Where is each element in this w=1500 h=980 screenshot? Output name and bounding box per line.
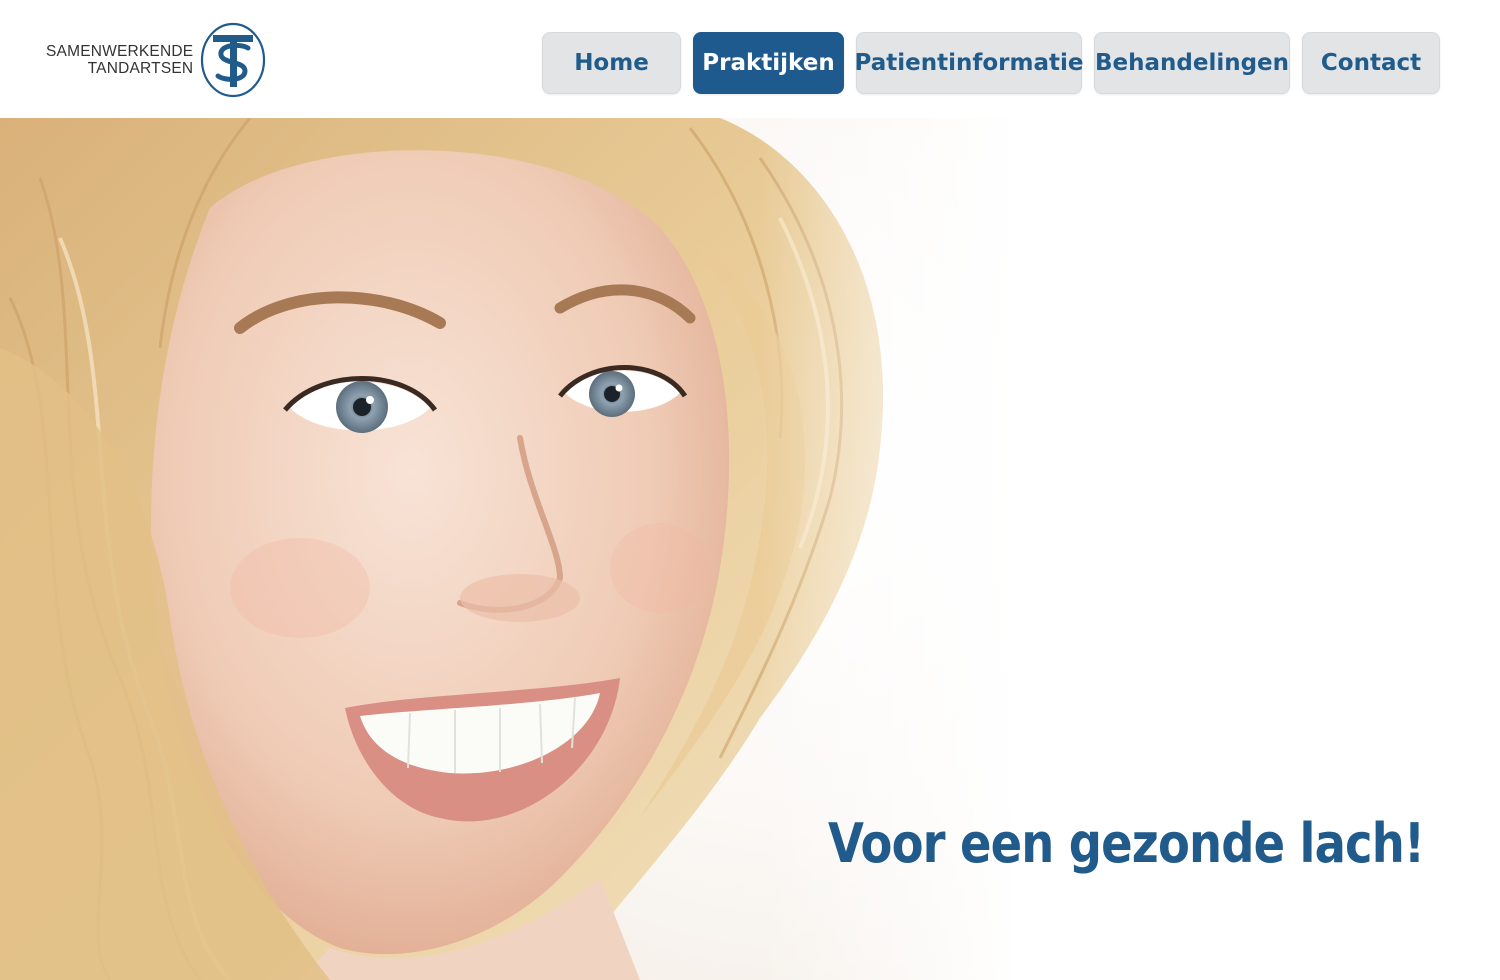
- logo-wordmark: SAMENWERKENDE TANDARTSEN: [46, 43, 193, 77]
- hero-tagline: Voor een gezonde lach!: [828, 812, 1425, 875]
- logo-line-1: SAMENWERKENDE: [46, 43, 194, 60]
- main-navigation: Home Praktijken Patientinformatie Behand…: [542, 32, 1440, 94]
- nav-patientinformatie-button[interactable]: Patientinformatie: [855, 32, 1084, 94]
- site-logo[interactable]: SAMENWERKENDE TANDARTSEN: [46, 20, 267, 100]
- logo-line-2: TANDARTSEN: [87, 60, 194, 77]
- nav-behandelingen-button[interactable]: Behandelingen: [1094, 32, 1290, 94]
- nav-praktijken-button[interactable]: Praktijken: [693, 32, 844, 94]
- nav-contact-button[interactable]: Contact: [1302, 32, 1440, 94]
- nav-home-button[interactable]: Home: [542, 32, 681, 94]
- site-header: SAMENWERKENDE TANDARTSEN Home Praktijken…: [0, 0, 1500, 118]
- logo-ts-emblem-icon: [201, 22, 266, 98]
- hero-banner: Voor een gezonde lach!: [0, 118, 1500, 980]
